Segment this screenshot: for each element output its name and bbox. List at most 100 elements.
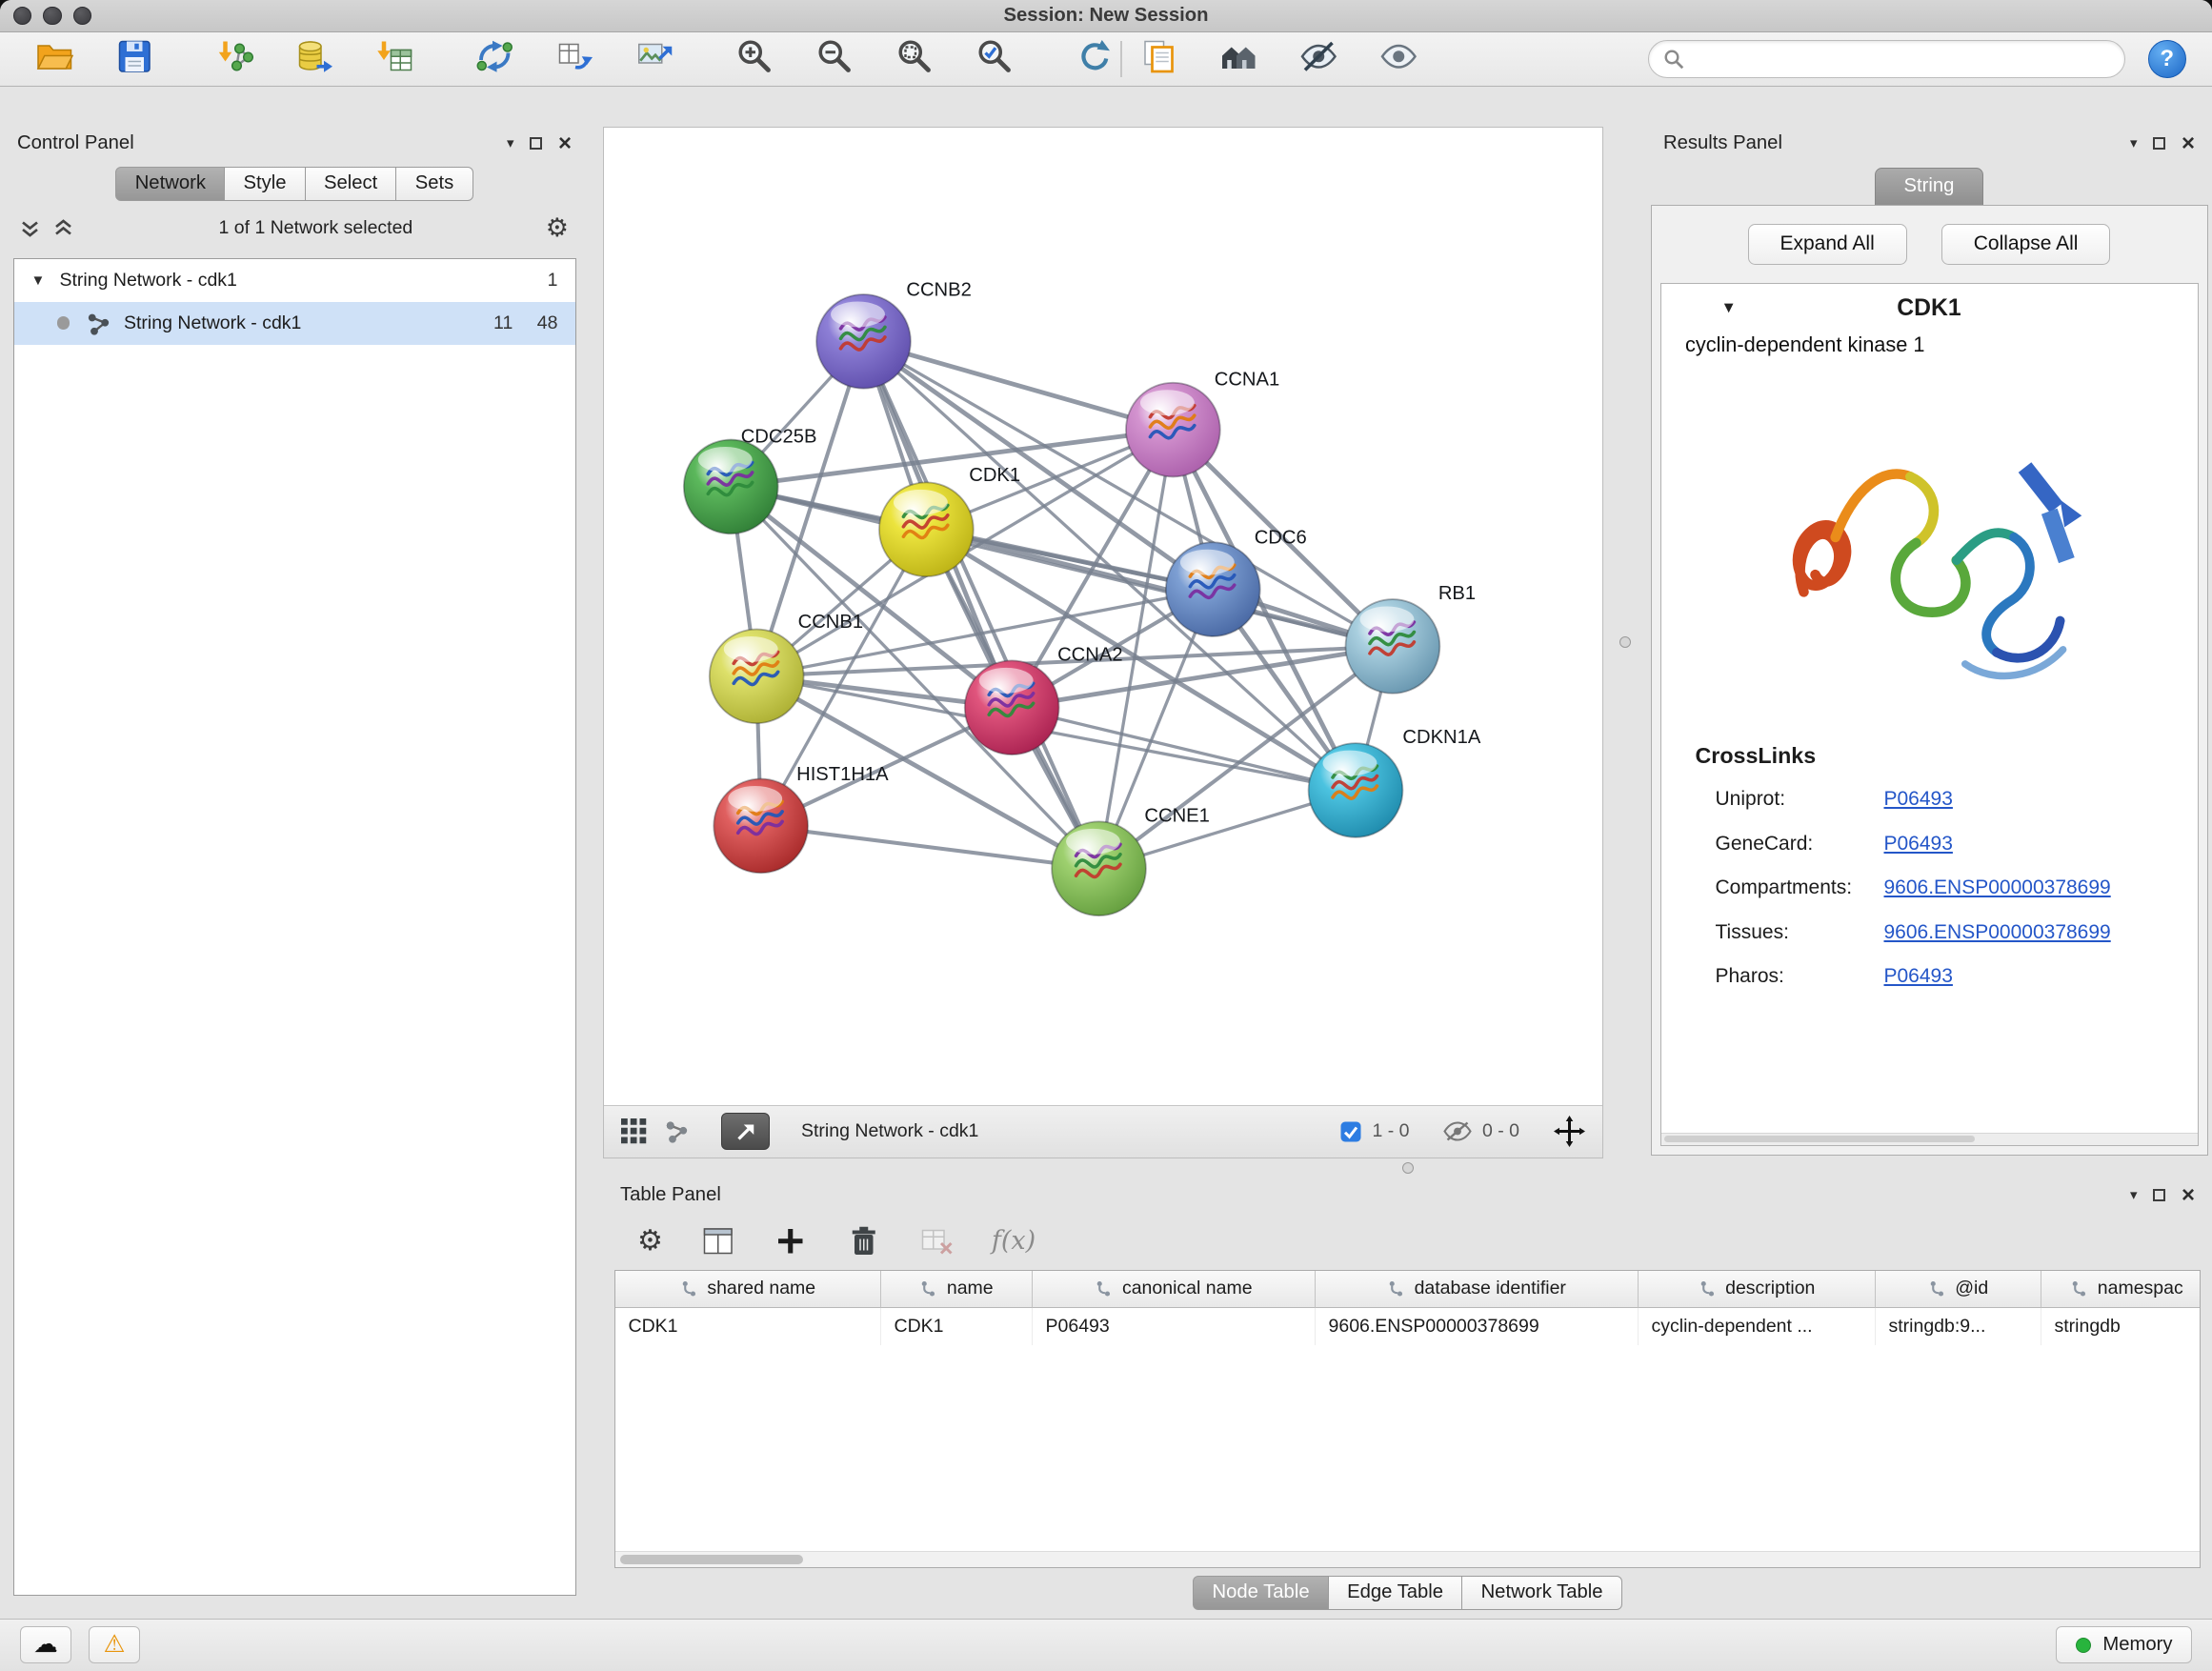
panel-float-icon[interactable] xyxy=(530,137,543,151)
panel-menu-icon[interactable]: ▾ xyxy=(2130,1188,2138,1202)
network-node-CCNA1[interactable]: CCNA1 xyxy=(1126,369,1279,476)
network-node-HIST1H1A[interactable]: HIST1H1A xyxy=(714,764,889,873)
scrollbar-thumb[interactable] xyxy=(620,1555,803,1565)
search-box[interactable] xyxy=(1648,40,2125,79)
panel-menu-icon[interactable]: ▾ xyxy=(2130,136,2138,151)
column-header-shared-name[interactable]: shared name xyxy=(615,1271,881,1308)
import-network-from-database-button[interactable] xyxy=(292,37,337,80)
tab-string-results[interactable]: String xyxy=(1875,168,1984,205)
crosslink-uniprot-link[interactable]: P06493 xyxy=(1884,788,1953,811)
close-window-button[interactable] xyxy=(13,7,32,26)
network-node-CCNB2[interactable]: CCNB2 xyxy=(816,279,972,388)
scrollbar-thumb[interactable] xyxy=(1664,1136,1976,1143)
tab-select[interactable]: Select xyxy=(305,167,397,201)
table-options-gear-icon[interactable]: ⚙ xyxy=(637,1227,663,1256)
network-node-CCNB1[interactable]: CCNB1 xyxy=(710,611,863,722)
column-header-description[interactable]: description xyxy=(1639,1271,1876,1308)
results-hscrollbar[interactable] xyxy=(1661,1133,2198,1145)
crosslink-pharos-link[interactable]: P06493 xyxy=(1884,965,1953,988)
import-network-from-file-button[interactable] xyxy=(211,37,257,80)
network-collection-row[interactable]: ▼ String Network - cdk1 1 xyxy=(14,259,575,302)
crosslink-compartments-link[interactable]: 9606.ENSP00000378699 xyxy=(1884,876,2111,899)
panel-float-icon[interactable] xyxy=(2153,1189,2166,1202)
string-view-icon[interactable] xyxy=(664,1118,690,1144)
collapse-all-networks-icon[interactable] xyxy=(20,218,40,238)
clone-network-button[interactable] xyxy=(1136,37,1182,80)
table-panel-splitter[interactable] xyxy=(603,1158,2212,1178)
zoom-selected-button[interactable] xyxy=(972,37,1017,80)
network-edge-CCNB2-CCNE1[interactable] xyxy=(863,341,1098,868)
network-edge-CDK1-RB1[interactable] xyxy=(926,529,1393,646)
search-input[interactable] xyxy=(1695,47,2110,71)
network-options-gear-icon[interactable]: ⚙ xyxy=(546,215,569,241)
panel-close-icon[interactable]: × xyxy=(2182,132,2195,155)
panel-close-icon[interactable]: × xyxy=(558,132,572,155)
grid-mode-icon[interactable] xyxy=(621,1118,647,1144)
network-canvas[interactable]: CCNB2CCNA1CDC25BCDK1CDC6RB1CCNB1CCNA2CDK… xyxy=(604,128,1602,1105)
tab-network-table[interactable]: Network Table xyxy=(1461,1576,1622,1610)
new-network-from-selection-button[interactable] xyxy=(552,37,597,80)
splitter-handle[interactable] xyxy=(1402,1162,1414,1174)
zoom-out-button[interactable] xyxy=(812,37,857,80)
table-hscrollbar[interactable] xyxy=(615,1551,2200,1568)
network-row-selected[interactable]: String Network - cdk1 11 48 xyxy=(14,302,575,345)
collection-disclosure-icon[interactable]: ▼ xyxy=(31,272,60,289)
panel-close-icon[interactable]: × xyxy=(2182,1184,2195,1207)
apply-layout-button[interactable] xyxy=(472,37,517,80)
save-session-button[interactable] xyxy=(111,37,157,80)
add-column-icon[interactable] xyxy=(773,1223,809,1259)
birdseye-view-button[interactable] xyxy=(721,1113,770,1150)
pan-crosshair-icon[interactable] xyxy=(1554,1116,1585,1147)
show-all-button[interactable] xyxy=(1377,37,1422,80)
network-graph[interactable]: CCNB2CCNA1CDC25BCDK1CDC6RB1CCNB1CCNA2CDK… xyxy=(604,128,1602,1105)
tab-style[interactable]: Style xyxy=(224,167,306,201)
zoom-fit-button[interactable] xyxy=(892,37,937,80)
network-node-RB1[interactable]: RB1 xyxy=(1346,583,1477,694)
import-table-from-file-button[interactable] xyxy=(372,37,417,80)
splitter-handle[interactable] xyxy=(1619,636,1631,648)
collapse-all-button[interactable]: Collapse All xyxy=(1941,224,2111,265)
cell-database-identifier[interactable]: 9606.ENSP00000378699 xyxy=(1316,1308,1639,1345)
tab-node-table[interactable]: Node Table xyxy=(1193,1576,1329,1610)
column-header-name[interactable]: name xyxy=(881,1271,1033,1308)
delete-column-trash-icon[interactable] xyxy=(846,1223,882,1259)
hidden-eye-icon[interactable] xyxy=(1443,1121,1472,1141)
tab-sets[interactable]: Sets xyxy=(395,167,473,201)
expand-all-networks-icon[interactable] xyxy=(53,218,73,238)
column-header-id[interactable]: @id xyxy=(1876,1271,2041,1308)
cell-canonical-name[interactable]: P06493 xyxy=(1033,1308,1316,1345)
tab-edge-table[interactable]: Edge Table xyxy=(1328,1576,1463,1610)
function-builder-icon[interactable]: f(x) xyxy=(992,1226,1036,1256)
panel-float-icon[interactable] xyxy=(2153,137,2166,151)
cell-description[interactable]: cyclin-dependent ... xyxy=(1639,1308,1876,1345)
home-button[interactable] xyxy=(1217,37,1262,80)
selected-checkbox-icon[interactable] xyxy=(1339,1120,1362,1143)
panel-menu-icon[interactable]: ▾ xyxy=(507,136,514,151)
show-columns-icon[interactable] xyxy=(700,1223,736,1259)
warnings-button[interactable]: ⚠ xyxy=(89,1626,140,1663)
crosslink-tissues-link[interactable]: 9606.ENSP00000378699 xyxy=(1884,921,2111,944)
cell-id[interactable]: stringdb:9... xyxy=(1876,1308,2041,1345)
refresh-network-button[interactable] xyxy=(1072,37,1117,80)
minimize-window-button[interactable] xyxy=(43,7,62,26)
cell-name[interactable]: CDK1 xyxy=(881,1308,1033,1345)
table-row[interactable]: CDK1 CDK1 P06493 9606.ENSP00000378699 cy… xyxy=(615,1308,2200,1345)
entry-disclosure-icon[interactable]: ▼ xyxy=(1721,299,1737,317)
zoom-window-button[interactable] xyxy=(73,7,92,26)
expand-all-button[interactable]: Expand All xyxy=(1748,224,1907,265)
column-header-namespace[interactable]: namespac xyxy=(2041,1271,2201,1308)
memory-button[interactable]: Memory xyxy=(2056,1626,2192,1663)
export-image-button[interactable] xyxy=(632,37,677,80)
column-header-database-identifier[interactable]: database identifier xyxy=(1316,1271,1639,1308)
cell-shared-name[interactable]: CDK1 xyxy=(615,1308,881,1345)
open-session-button[interactable] xyxy=(31,37,77,80)
help-button[interactable]: ? xyxy=(2148,40,2187,79)
results-panel-splitter[interactable] xyxy=(1603,127,1646,1158)
crosslink-genecard-link[interactable]: P06493 xyxy=(1884,833,1953,856)
column-header-canonical-name[interactable]: canonical name xyxy=(1033,1271,1316,1308)
network-node-CDK1[interactable]: CDK1 xyxy=(879,464,1020,575)
hide-selected-button[interactable] xyxy=(1297,37,1342,80)
cell-namespace[interactable]: stringdb xyxy=(2041,1308,2201,1345)
cloud-status-button[interactable]: ☁ xyxy=(20,1626,71,1663)
tab-network[interactable]: Network xyxy=(115,167,225,201)
